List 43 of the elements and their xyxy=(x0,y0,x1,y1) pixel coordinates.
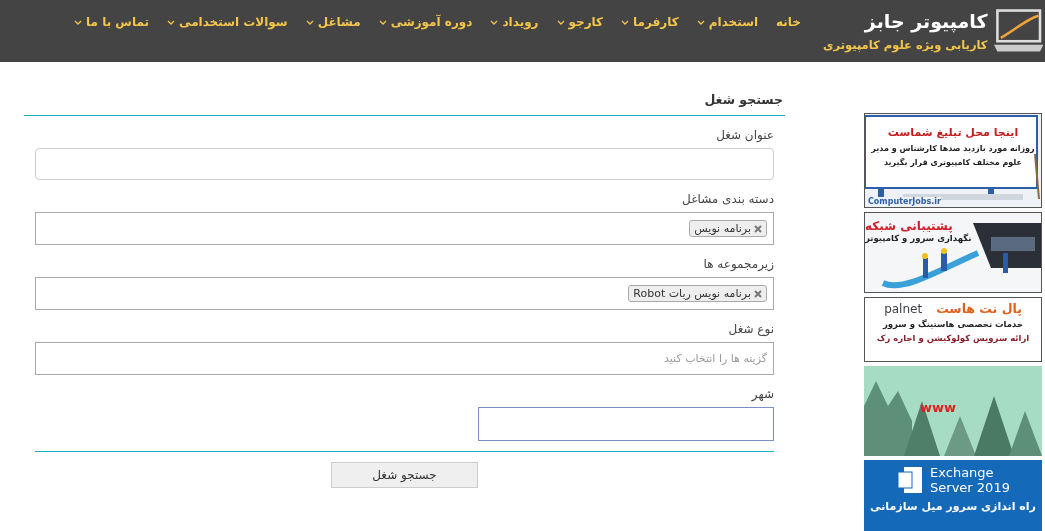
ad-text: راه اندازی سرور میل سازمانی xyxy=(870,500,1036,513)
brand-logo: palnet xyxy=(884,301,923,316)
ad-title: Exchange xyxy=(930,465,995,480)
field-label: عنوان شغل xyxy=(716,128,774,142)
tag-label: برنامه نویس xyxy=(694,222,751,235)
exchange-logo-icon xyxy=(896,465,925,495)
section-title: جستجو شغل xyxy=(703,92,783,109)
placeholder-text: گزینه ها را انتخاب کنید xyxy=(664,352,767,365)
nav-link[interactable]: سوالات استخدامی xyxy=(167,15,288,29)
nav-link[interactable]: مشاغل xyxy=(305,15,361,29)
ad-text: علوم مختلف کامپیوتری قرار بگیرید xyxy=(883,158,1023,167)
multi-select-field[interactable]: برنامه نویس xyxy=(35,212,774,245)
nav-link[interactable]: تماس با ما xyxy=(74,15,149,29)
nav-link[interactable]: کارفرما xyxy=(621,15,679,29)
ad-text: خدمات تخصصی هاستینگ و سرور xyxy=(882,319,1024,329)
ad-subtitle: Server 2019 xyxy=(930,480,1010,495)
nav-link[interactable]: دوره آموزشی xyxy=(378,15,473,29)
remove-icon[interactable] xyxy=(754,224,762,233)
field-label: زیرمجموعه ها xyxy=(703,257,774,271)
ad-banner[interactable]: پشتیبانی شبکه نگهداری سرور و کامپیوتر xyxy=(864,212,1042,293)
site-title: کامپیوتر جابز xyxy=(863,10,988,32)
field-label: نوع شغل xyxy=(728,322,774,336)
nav-link[interactable]: استخدام xyxy=(696,15,759,29)
nav-link[interactable]: رویداد xyxy=(490,15,539,29)
tag-label: برنامه نویس ربات Robot xyxy=(633,287,751,300)
ad-title: www xyxy=(920,400,956,415)
ad-title: پال نت هاست xyxy=(936,301,1022,316)
text-field[interactable] xyxy=(35,148,774,180)
multi-select-field[interactable]: برنامه نویس ربات Robot xyxy=(35,277,774,310)
site-tagline: کاریابی ویژه علوم کامپیوتری xyxy=(823,38,988,52)
field-label: دسته بندی مشاغل xyxy=(682,192,774,206)
ad-text: ارائه سرویس کولوکیشن و اجاره رک xyxy=(876,333,1030,343)
field-label: شهر xyxy=(751,387,774,401)
ad-caption: ComputerJobs.ir xyxy=(868,197,941,206)
ad-text: نگهداری سرور و کامپیوتر xyxy=(865,233,972,243)
nav-link[interactable]: خانه xyxy=(776,15,801,29)
remove-icon[interactable] xyxy=(754,289,762,298)
nav-link[interactable]: کارجو xyxy=(556,15,604,29)
ad-text: روزانه مورد بازدید صدها کارشناس و مدیر xyxy=(871,144,1035,153)
ad-title: اینجا محل تبلیغ شماست xyxy=(887,126,1019,139)
ad-title: پشتیبانی شبکه xyxy=(865,219,953,233)
search-button[interactable]: جستجو شغل xyxy=(331,462,478,488)
city-field[interactable] xyxy=(478,407,774,441)
